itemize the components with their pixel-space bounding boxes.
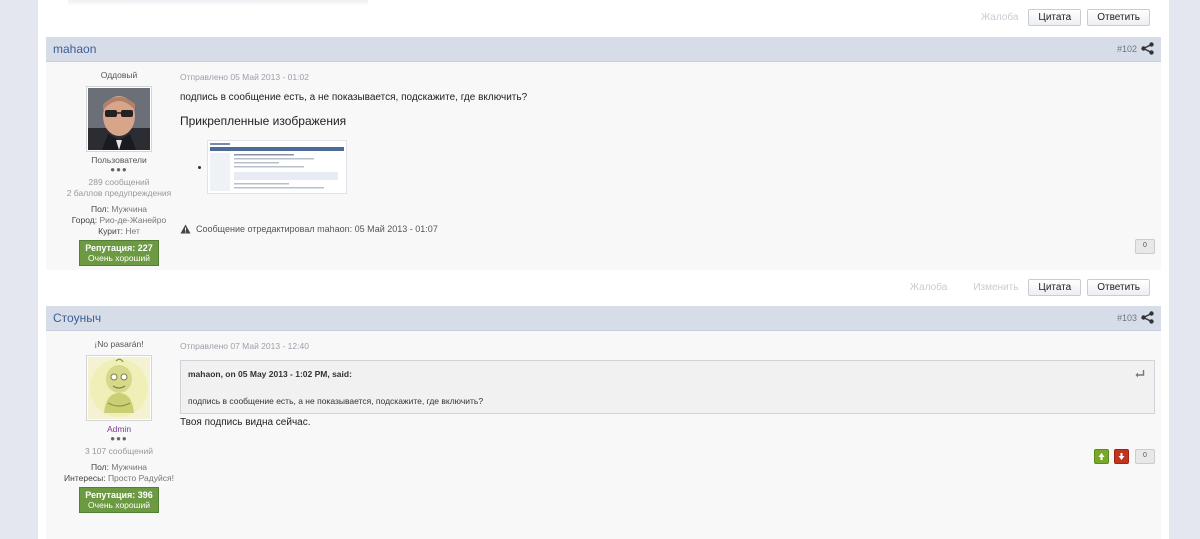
post-date: Отправлено 05 Май 2013 - 01:02 — [180, 72, 309, 82]
member-title: ¡No pasarán! — [94, 339, 144, 349]
avatar-image — [88, 357, 150, 419]
rating-counter: 0 — [1135, 239, 1155, 254]
reply-button[interactable]: Ответить — [1087, 9, 1150, 26]
member-group: Пользователи — [91, 155, 147, 165]
reputation-badge: Репутация: 227 Очень хороший — [79, 240, 159, 266]
attachment-thumbnail[interactable] — [207, 140, 347, 194]
report-link[interactable]: Жалоба — [910, 282, 947, 293]
attachment-list-item — [198, 140, 347, 194]
post-count: 289 сообщений — [88, 177, 150, 187]
edit-link[interactable]: Изменить — [973, 282, 1018, 293]
post-number-link[interactable]: #103 — [1117, 313, 1137, 323]
post-author-link[interactable]: Стоуныч — [53, 311, 101, 325]
edit-note-text: Сообщение отредактировал mahaon: 05 Май … — [196, 224, 438, 234]
attachments-title: Прикрепленные изображения — [180, 114, 347, 128]
rank-pips: ●●● — [110, 165, 128, 174]
profile-field-gender: Пол: Мужчина — [90, 204, 148, 214]
post-count: 3 107 сообщений — [84, 446, 154, 456]
post-102-actions-row: Жалоба Изменить Цитата Ответить — [46, 279, 1161, 297]
post-103-header: Стоуныч #103 — [46, 306, 1161, 331]
profile-field-smoke: Курит: Нет — [98, 226, 140, 236]
reputation-value: Репутация: 227 — [85, 243, 153, 253]
quote-citation: mahaon, on 05 May 2013 - 1:02 PM, said: — [188, 369, 352, 379]
member-title: Оддовый — [100, 70, 138, 80]
post-author-link[interactable]: mahaon — [53, 42, 96, 56]
quote-button[interactable]: Цитата — [1028, 279, 1082, 296]
arrow-up-icon[interactable] — [1094, 449, 1109, 464]
profile-field-interests: Интересы: Просто Радуйся! — [64, 473, 174, 483]
post-103-body: ¡No pasarán! Admin ●●● 3 107 сообщений П… — [46, 331, 1161, 539]
rank-pips: ●●● — [110, 434, 128, 443]
profile-field-gender: Пол: Мужчина — [90, 462, 148, 472]
report-link[interactable]: Жалоба — [981, 12, 1018, 23]
rating-counter: 0 — [1135, 449, 1155, 464]
share-icon[interactable] — [1141, 42, 1154, 55]
avatar[interactable] — [86, 86, 152, 152]
reply-button[interactable]: Ответить — [1087, 279, 1150, 296]
avatar[interactable] — [86, 355, 152, 421]
member-group: Admin — [106, 424, 132, 434]
post-message: Твоя подпись видна сейчас. — [180, 417, 311, 428]
edit-note: Сообщение отредактировал mahaon: 05 Май … — [180, 224, 438, 234]
list-bullet — [198, 165, 201, 169]
author-info-panel: Оддовый Пользователи ●●● 289 сообщений 2… — [46, 62, 192, 266]
warning-icon — [180, 224, 191, 234]
post-102-header: mahaon #102 — [46, 37, 1161, 62]
post-101-actions-row: Жалоба Цитата Ответить — [46, 9, 1161, 27]
quote-text: подпись в сообщение есть, а не показывае… — [188, 396, 484, 406]
quote-block: mahaon, on 05 May 2013 - 1:02 PM, said: … — [180, 360, 1155, 414]
share-icon[interactable] — [1141, 311, 1154, 324]
arrow-down-icon[interactable] — [1114, 449, 1129, 464]
attachment-preview-image — [208, 141, 346, 193]
profile-field-city: Город: Рио-де-Жанейро — [71, 215, 167, 225]
reputation-badge: Репутация: 396 Очень хороший — [79, 487, 159, 513]
quote-back-arrow-icon[interactable] — [1134, 369, 1145, 379]
warning-points[interactable]: 2 баллов предупреждения — [46, 188, 192, 199]
reputation-description: Очень хороший — [88, 253, 150, 263]
quote-button[interactable]: Цитата — [1028, 9, 1082, 26]
reputation-value: Репутация: 396 — [85, 490, 153, 500]
avatar-image — [88, 88, 150, 150]
post-102-body: Оддовый Пользователи ●●● 289 сообщений 2… — [46, 62, 1161, 270]
post-date: Отправлено 07 Май 2013 - 12:40 — [180, 341, 309, 351]
previous-post-faded-content — [68, 0, 368, 6]
post-number-link[interactable]: #102 — [1117, 44, 1137, 54]
forum-topic-page: Жалоба Цитата Ответить mahaon #102 Оддов… — [38, 0, 1169, 539]
author-info-panel: ¡No pasarán! Admin ●●● 3 107 сообщений П… — [46, 331, 192, 513]
post-message: подпись в сообщение есть, а не показывае… — [180, 92, 528, 103]
reputation-description: Очень хороший — [88, 500, 150, 510]
